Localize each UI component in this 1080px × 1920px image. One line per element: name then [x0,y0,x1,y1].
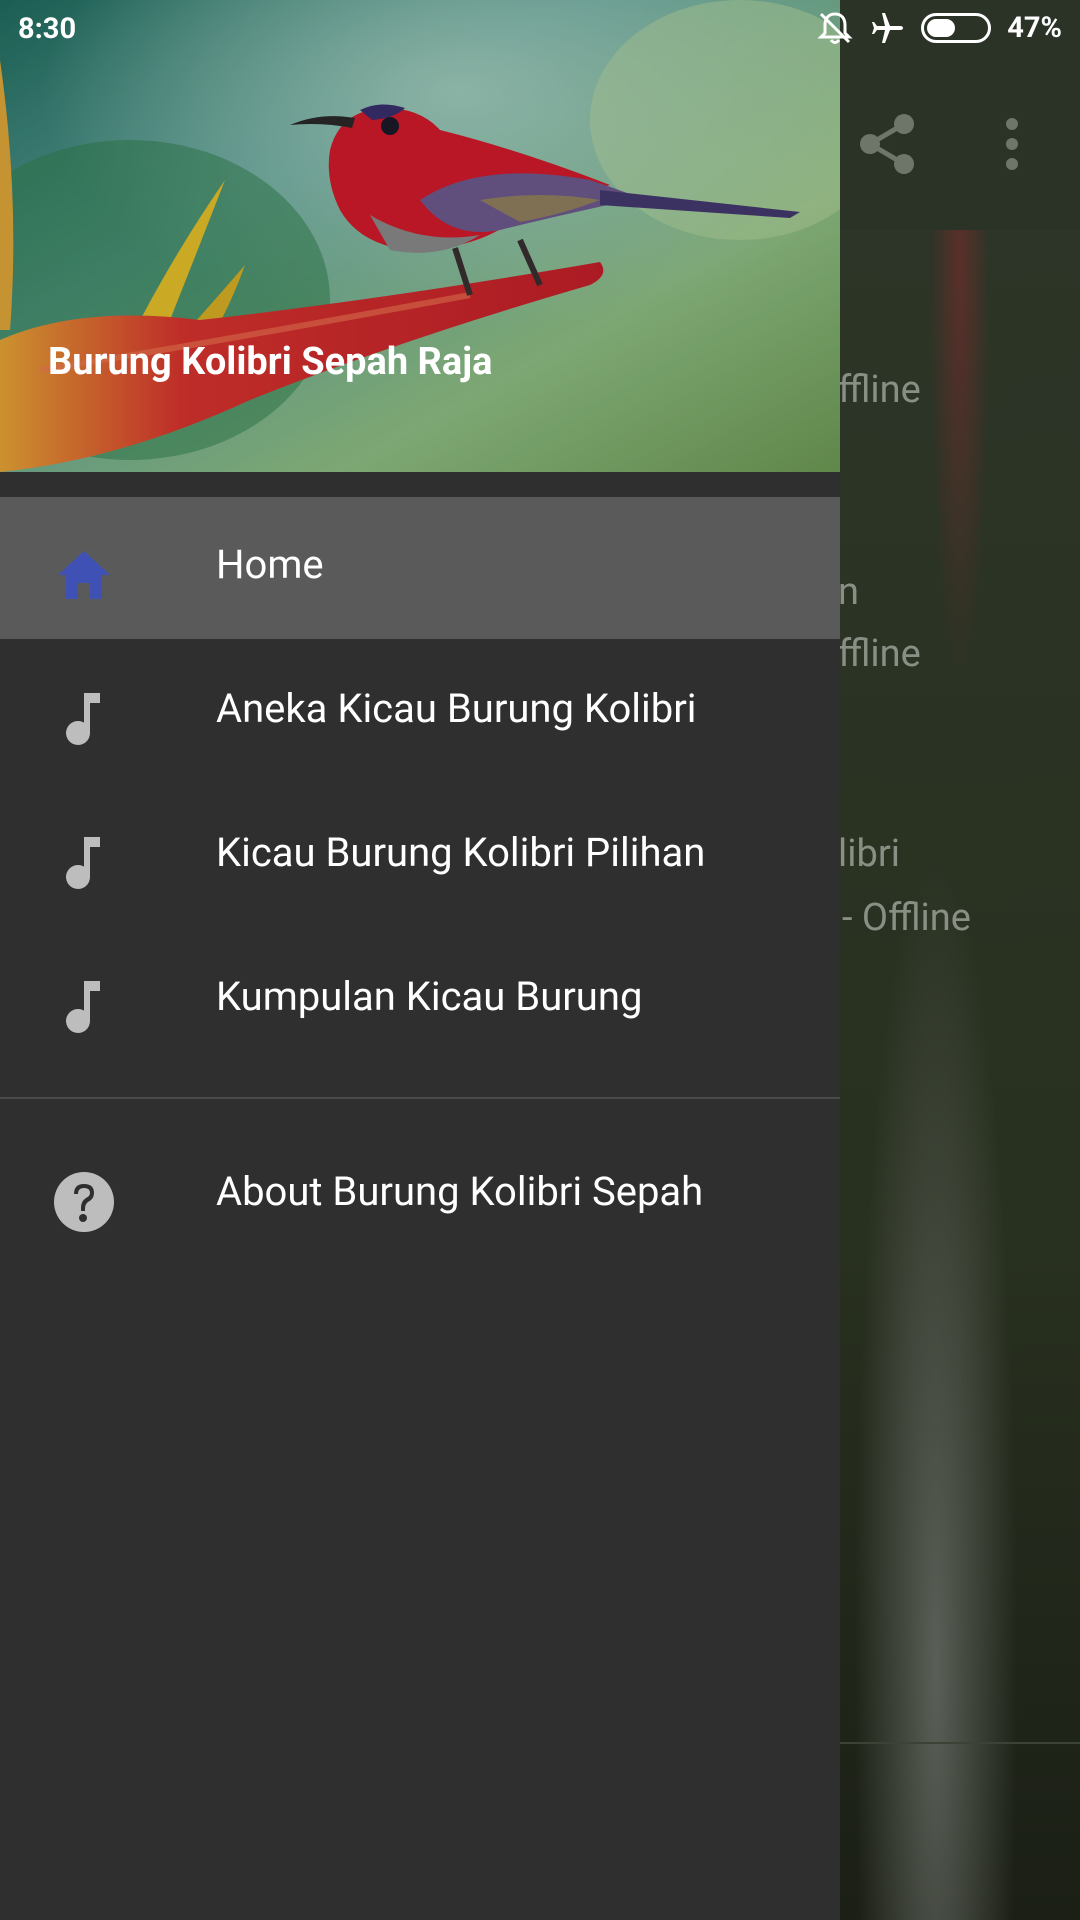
navigation-drawer: Burung Kolibri Sepah Raja Home Aneka Kic… [0,0,840,1920]
music-note-icon [66,837,100,889]
drawer-item-home[interactable]: Home [0,497,840,639]
drawer-item-label: Kumpulan Kicau Burung [216,973,643,1020]
drawer-item-aneka-kicau[interactable]: Aneka Kicau Burung Kolibri [0,641,840,783]
drawer-item-label: About Burung Kolibri Sepah [216,1168,704,1215]
share-icon[interactable] [858,112,918,176]
background-text-fragment: ffline [838,368,921,412]
drawer-item-kicau-pilihan[interactable]: Kicau Burung Kolibri Pilihan [0,785,840,927]
background-content-image [840,230,1080,1920]
background-text-fragment: libri [838,832,900,876]
status-time: 8:30 [18,12,77,46]
battery-icon [921,13,992,43]
background-text-fragment: - Offline [842,896,971,940]
drawer-item-about[interactable]: About Burung Kolibri Sepah [0,1124,840,1266]
drawer-item-label: Aneka Kicau Burung Kolibri [216,685,697,732]
drawer-item-label: Home [216,541,324,588]
drawer-item-label: Kicau Burung Kolibri Pilihan [216,829,706,876]
drawer-item-kumpulan-kicau[interactable]: Kumpulan Kicau Burung [0,929,840,1071]
battery-level [927,19,955,37]
status-icons: 47% [817,10,1062,46]
music-note-icon [66,981,100,1033]
drawer-header-title: Burung Kolibri Sepah Raja [48,340,493,384]
header-bird-photo [0,0,840,472]
help-circle-icon [54,1172,114,1232]
airplane-mode-icon [872,13,904,43]
music-note-icon [66,693,100,745]
notifications-off-icon [817,12,853,44]
background-text-fragment: n [838,570,859,614]
more-vert-icon[interactable] [1000,116,1024,172]
drawer-divider [0,1097,840,1099]
drawer-header: Burung Kolibri Sepah Raja [0,0,840,472]
home-icon [58,551,110,599]
background-text-fragment: ffline [838,632,921,676]
status-bar: 8:30 47% [0,0,1080,60]
battery-percent: 47% [1007,11,1062,45]
background-divider [840,1742,1080,1744]
